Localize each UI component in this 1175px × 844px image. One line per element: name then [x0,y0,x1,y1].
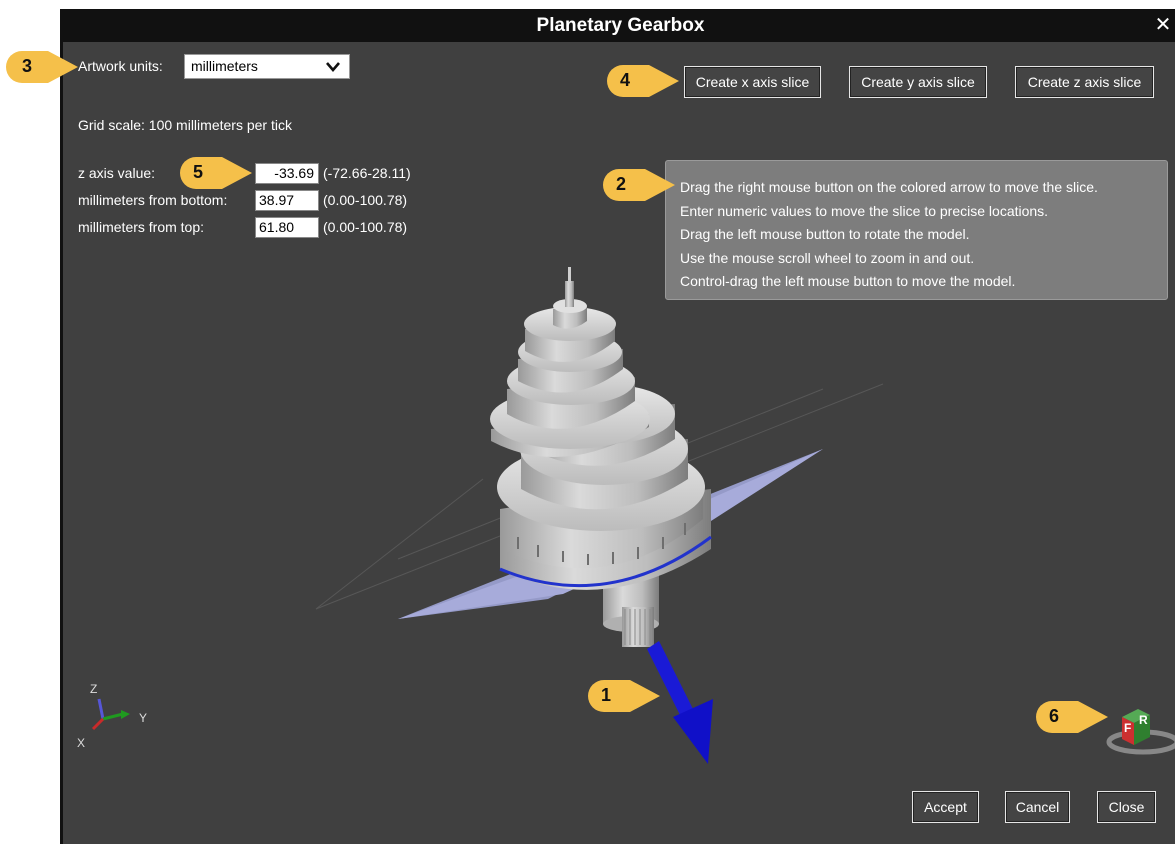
axis-triad-icon [91,698,130,731]
callout-3-number: 3 [21,56,32,76]
z-axis-value-input[interactable]: -33.69 [255,163,319,184]
create-z-slice-button[interactable]: Create z axis slice [1015,66,1154,98]
help-line: Drag the right mouse button on the color… [680,179,1098,195]
help-tooltip: Drag the right mouse button on the color… [665,160,1168,300]
z-axis-value-label: z axis value: [78,165,156,181]
artwork-units-select[interactable]: millimeters [184,54,350,79]
view-cube-right[interactable]: R [1139,713,1148,727]
close-button[interactable]: Close [1097,791,1156,823]
mm-from-bottom-input[interactable]: 38.97 [255,190,319,211]
view-cube-front[interactable]: F [1124,721,1131,735]
help-line: Control-drag the left mouse button to mo… [680,273,1016,289]
callout-5-number: 5 [192,162,203,182]
help-line: Drag the left mouse button to rotate the… [680,226,970,242]
mm-from-top-label: millimeters from top: [78,219,205,235]
callout-2-number: 2 [615,174,626,194]
cancel-button[interactable]: Cancel [1005,791,1070,823]
model-viewport[interactable] [63,9,1175,844]
chevron-down-icon [326,62,340,72]
mm-from-top-range: (0.00-100.78) [323,219,408,235]
help-line: Use the mouse scroll wheel to zoom in an… [680,249,975,266]
axis-label-z: Z [90,682,98,696]
callout-4-number: 4 [619,70,630,90]
artwork-units-label: Artwork units: [78,58,163,74]
dialog-window: Planetary Gearbox ✕ Artwork units: milli… [60,9,1175,844]
axis-label-x: X [77,736,86,750]
mm-from-top-input[interactable]: 61.80 [255,217,319,238]
help-line: Enter numeric values to move the slice t… [680,202,1049,219]
artwork-units-value: millimeters [191,58,258,74]
callout-1-number: 1 [600,685,611,705]
callout-6-number: 6 [1048,706,1059,726]
mm-from-bottom-label: millimeters from bottom: [78,192,228,208]
axis-label-y: Y [139,711,148,725]
create-y-slice-button[interactable]: Create y axis slice [849,66,987,98]
create-x-slice-button[interactable]: Create x axis slice [684,66,821,98]
accept-button[interactable]: Accept [912,791,979,823]
grid-scale-text: Grid scale: 100 millimeters per tick [78,117,292,133]
mm-from-bottom-range: (0.00-100.78) [323,192,408,208]
z-axis-range: (-72.66-28.11) [323,165,411,181]
